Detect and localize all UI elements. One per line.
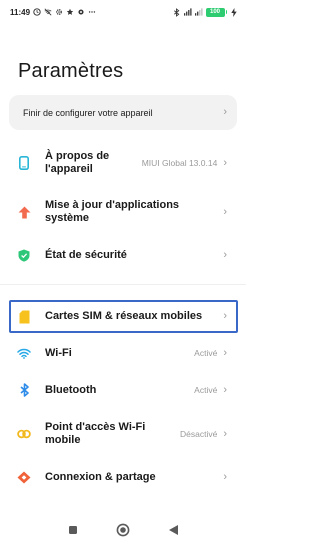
status-bar: 11:49 100 [0, 0, 246, 24]
arrow-up-icon [17, 205, 31, 219]
chevron-right-icon: › [223, 248, 227, 261]
chevron-right-icon: › [223, 427, 227, 440]
settings-item-mobile-hotspot[interactable]: Point d'accès Wi-Fi mobile Désactivé › [9, 419, 237, 449]
chevron-right-icon: › [223, 156, 227, 169]
charging-icon [230, 7, 238, 17]
hotspot-icon [17, 427, 31, 441]
sim-card-icon [17, 310, 31, 324]
chevron-right-icon: › [223, 310, 227, 322]
settings-item-value: Désactivé [180, 429, 218, 439]
settings-item-bluetooth[interactable]: Bluetooth Activé › [9, 378, 237, 402]
battery-indicator: 100 [205, 7, 227, 17]
clock-icon [33, 8, 41, 16]
chevron-right-icon: › [223, 470, 227, 483]
bluetooth-icon [17, 383, 31, 397]
page-title: Paramètres [18, 60, 124, 82]
settings-item-sim-cards-mobile-networks[interactable]: Cartes SIM & réseaux mobiles › [9, 302, 237, 331]
settings-item-connection-sharing[interactable]: Connexion & partage › [9, 465, 237, 489]
circle-icon [116, 523, 130, 537]
battery-level: 100 [205, 7, 225, 17]
chevron-right-icon: › [223, 346, 227, 359]
settings-item-label: Cartes SIM & réseaux mobiles [45, 310, 203, 322]
signal-icon-2 [194, 8, 203, 16]
chevron-right-icon: › [223, 106, 227, 118]
settings-item-label: Wi-Fi [45, 346, 72, 359]
settings-item-label: Connexion & partage [45, 470, 156, 483]
settings-item-label: À propos de l'appareil [45, 150, 110, 175]
navigation-bar [0, 514, 246, 546]
shield-check-icon [17, 248, 31, 262]
finish-setup-label: Finir de configurer votre appareil [23, 107, 153, 118]
wifi-icon [17, 346, 31, 360]
settings-item-label: Point d'accès Wi-Fi mobile [45, 421, 146, 446]
status-right: 100 [173, 7, 239, 17]
status-left: 11:49 [10, 8, 96, 17]
settings-item-label: Bluetooth [45, 383, 97, 396]
settings-item-value: Activé [194, 348, 218, 358]
settings-item-value: MIUI Global 13.0.14 [141, 158, 218, 168]
settings-item-value: Activé [194, 385, 218, 395]
recents-button[interactable] [63, 520, 83, 540]
settings-item-about-device[interactable]: À propos de l'appareil MIUI Global 13.0.1… [9, 146, 237, 180]
settings-item-wifi[interactable]: Wi-Fi Activé › [9, 341, 237, 365]
settings-icon [77, 8, 85, 16]
chevron-right-icon: › [223, 205, 227, 218]
signal-icon [183, 8, 192, 16]
share-icon [17, 470, 31, 484]
wifi-off-icon [44, 8, 52, 16]
finish-setup-card[interactable]: Finir de configurer votre appareil › [9, 95, 237, 130]
star-icon [66, 8, 74, 16]
home-button[interactable] [113, 520, 133, 540]
square-icon [69, 526, 77, 534]
gear-icon [55, 8, 63, 16]
section-divider [0, 284, 246, 285]
status-time: 11:49 [10, 7, 31, 17]
phone-icon [17, 156, 31, 170]
triangle-back-icon [168, 525, 178, 535]
back-button[interactable] [163, 520, 183, 540]
settings-item-system-app-updates[interactable]: Mise à jour d'applications système › [9, 195, 237, 229]
settings-item-label: Mise à jour d'applications système [45, 199, 180, 224]
more-icon [88, 8, 96, 16]
settings-item-security-status[interactable]: État de sécurité › [9, 243, 237, 267]
settings-item-label: État de sécurité [45, 248, 127, 261]
chevron-right-icon: › [223, 383, 227, 396]
bluetooth-status-icon [173, 7, 181, 17]
battery-tip [225, 10, 227, 14]
